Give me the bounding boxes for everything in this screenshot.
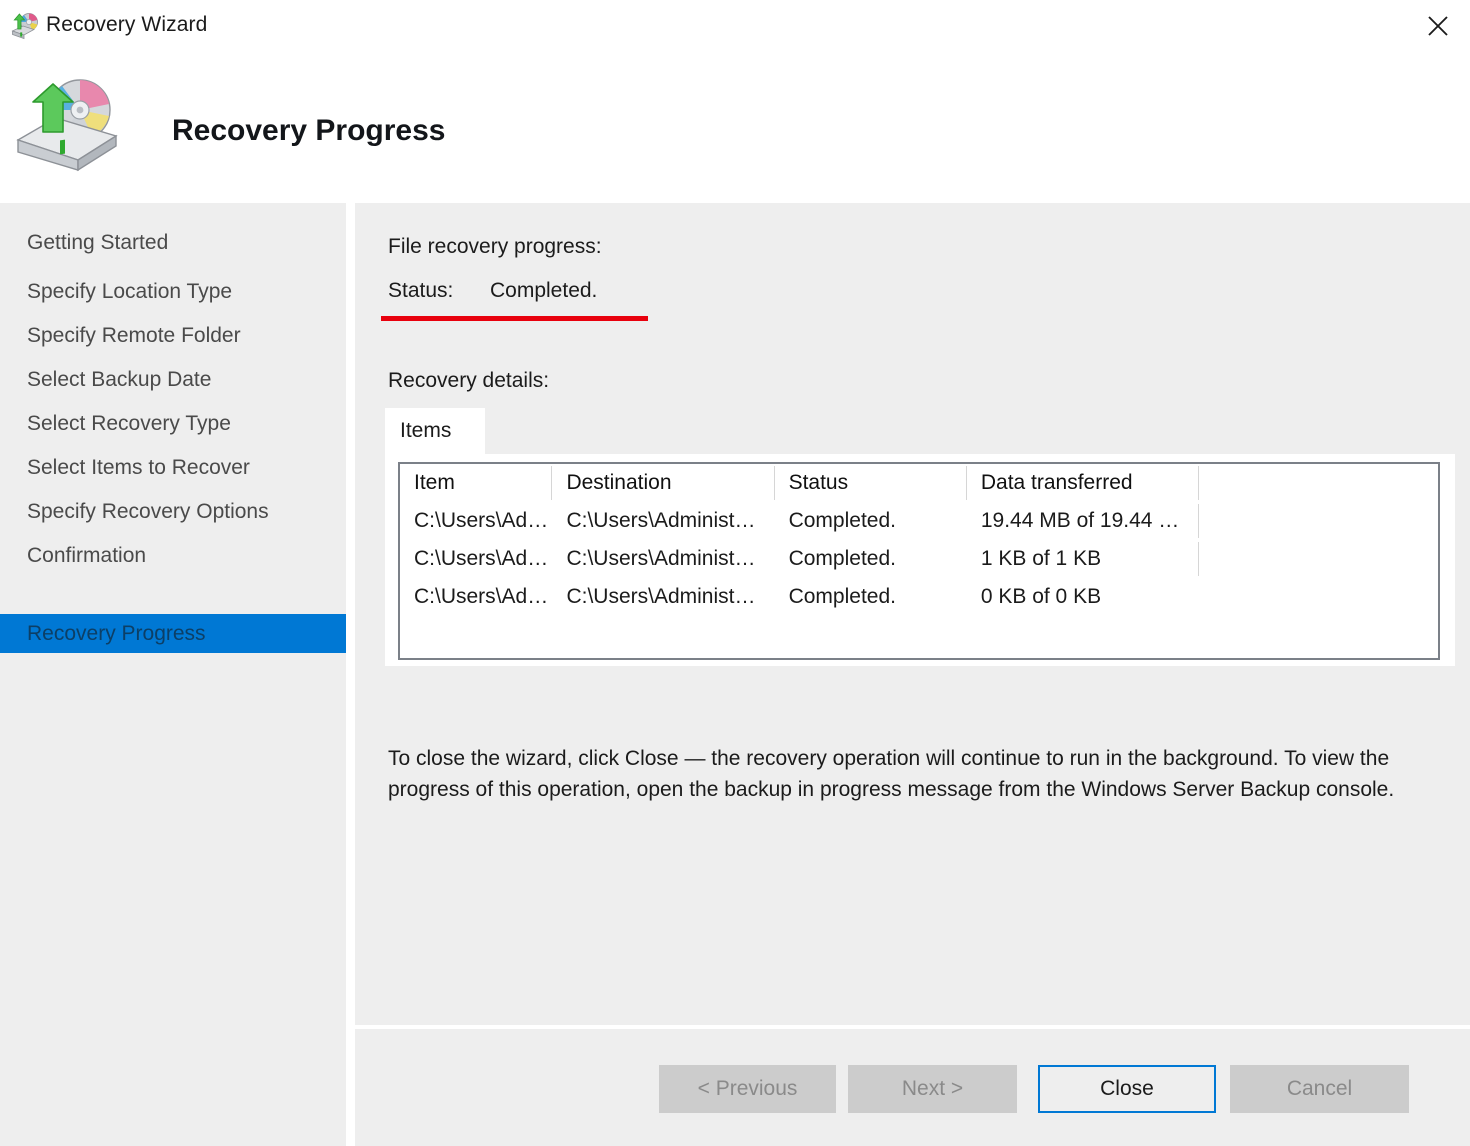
page-title: Recovery Progress [172,114,446,148]
progress-label: File recovery progress: [388,235,602,259]
sidebar-content-divider [346,203,355,1146]
page-banner: Recovery Progress [0,52,1470,203]
status-highlight-underline [381,316,648,321]
sidebar-item-recovery-progress[interactable]: Recovery Progress [0,614,346,653]
status-row: Status:Completed. [388,279,597,303]
sidebar-item-label: Getting Started [27,231,168,255]
wizard-steps-sidebar: Getting Started Specify Location Type Spec… [0,203,346,1146]
recovery-details-label: Recovery details: [388,369,549,393]
close-icon[interactable] [1414,4,1462,48]
sidebar-item-confirmation[interactable]: Confirmation [0,536,346,575]
cell-extra [1199,540,1438,578]
main-content: File recovery progress: Status:Completed… [355,203,1470,1146]
cell-destination: C:\Users\Administ… [552,502,773,540]
sidebar-item-label: Specify Remote Folder [27,324,241,348]
close-button[interactable]: Close [1038,1065,1216,1113]
cell-destination: C:\Users\Administ… [552,540,773,578]
cell-status: Completed. [775,540,966,578]
sidebar-item-select-recovery-type[interactable]: Select Recovery Type [0,404,346,443]
table-row[interactable]: C:\Users\Ad… C:\Users\Administ… Complete… [400,578,1438,616]
status-value: Completed. [490,279,597,303]
next-button[interactable]: Next > [848,1065,1017,1113]
cell-status: Completed. [775,578,966,616]
column-header-extra [1199,464,1438,502]
sidebar-item-select-backup-date[interactable]: Select Backup Date [0,360,346,399]
previous-button[interactable]: < Previous [659,1065,836,1113]
table-row[interactable]: C:\Users\Ad… C:\Users\Administ… Complete… [400,502,1438,540]
sidebar-item-specify-remote-folder[interactable]: Specify Remote Folder [0,316,346,355]
cancel-button[interactable]: Cancel [1230,1065,1409,1113]
table-row[interactable]: C:\Users\Ad… C:\Users\Administ… Complete… [400,540,1438,578]
cell-extra [1199,502,1438,540]
sidebar-item-specify-location-type[interactable]: Specify Location Type [0,272,346,311]
recovery-disk-icon [10,11,40,41]
sidebar-item-label: Select Items to Recover [27,456,250,480]
table-header-row: Item Destination Status Data transferred [400,464,1438,502]
status-label: Status: [388,279,490,303]
cell-data-transferred: 1 KB of 1 KB [967,540,1198,578]
window-title: Recovery Wizard [46,13,207,37]
cell-destination: C:\Users\Administ… [552,578,773,616]
recovery-disk-large-icon [12,66,124,172]
footnote-text: To close the wizard, click Close — the r… [388,743,1418,805]
sidebar-item-specify-recovery-options[interactable]: Specify Recovery Options [0,492,346,531]
cell-data-transferred: 0 KB of 0 KB [967,578,1198,616]
tab-items[interactable]: Items [385,408,485,454]
cell-item: C:\Users\Ad… [400,502,551,540]
sidebar-item-select-items-to-recover[interactable]: Select Items to Recover [0,448,346,487]
column-header-destination: Destination [552,464,773,502]
footer-button-bar: < Previous Next > Close Cancel [355,1029,1470,1146]
column-header-data-transferred: Data transferred [967,464,1198,502]
cell-item: C:\Users\Ad… [400,578,551,616]
tab-items-label: Items [400,419,451,443]
cell-item: C:\Users\Ad… [400,540,551,578]
recovery-items-table: Item Destination Status Data transferred… [398,462,1440,660]
sidebar-item-label: Specify Recovery Options [27,500,269,524]
details-tabstrip: Items [385,408,1455,454]
column-header-item: Item [400,464,551,502]
sidebar-item-label: Recovery Progress [27,622,206,646]
sidebar-item-label: Select Backup Date [27,368,211,392]
cell-data-transferred: 19.44 MB of 19.44 … [967,502,1198,540]
sidebar-item-getting-started[interactable]: Getting Started [0,223,346,262]
sidebar-item-label: Specify Location Type [27,280,232,304]
cell-extra [1199,578,1438,616]
sidebar-item-label: Select Recovery Type [27,412,231,436]
details-tab-panel: Item Destination Status Data transferred… [385,454,1455,666]
column-header-status: Status [775,464,966,502]
title-bar: Recovery Wizard [0,0,1470,52]
cell-status: Completed. [775,502,966,540]
sidebar-item-label: Confirmation [27,544,146,568]
